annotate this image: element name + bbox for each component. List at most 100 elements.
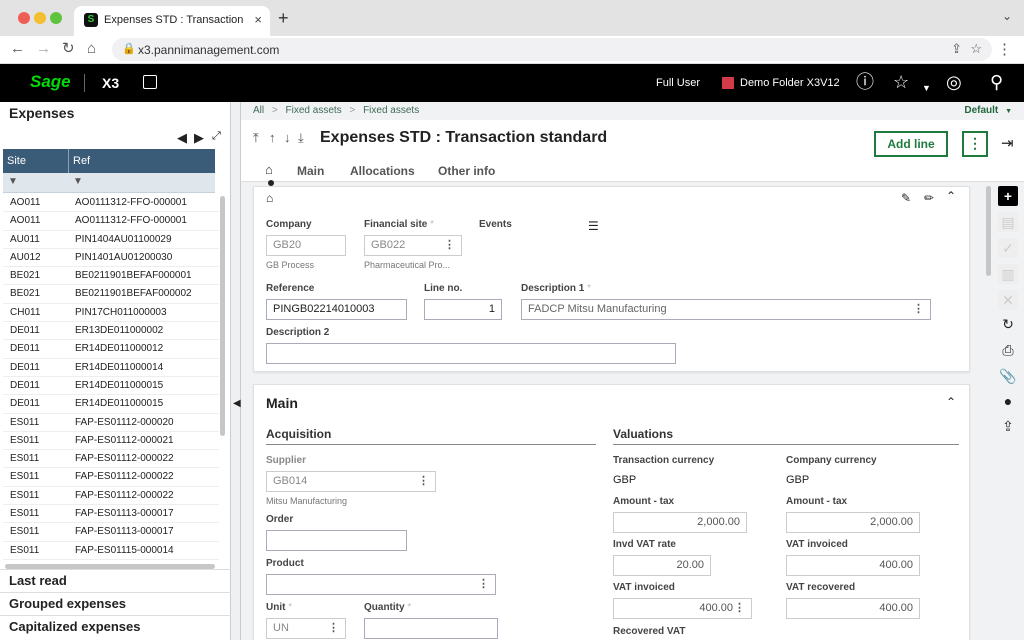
company-field[interactable]: GB20	[266, 235, 346, 256]
first-record-icon[interactable]: ⤒	[253, 130, 259, 146]
close-tab-icon[interactable]: ×	[254, 12, 262, 27]
table-row[interactable]: AO011 AO0111312-FFO-000001	[3, 194, 219, 213]
main-scrollbar[interactable]	[986, 186, 992, 286]
vat-invoiced-company-field[interactable]: 400.00	[786, 555, 920, 576]
export-icon[interactable]: ⇪	[998, 416, 1018, 436]
prev-page-icon[interactable]: ◀	[177, 130, 187, 146]
table-row[interactable]: ES011 FAP-ES01112-000022	[3, 487, 219, 506]
collapse-main-icon[interactable]: ⌃	[946, 395, 956, 409]
tab-home-icon[interactable]: ⌂	[265, 162, 273, 177]
column-header-ref[interactable]: Ref	[73, 155, 90, 167]
table-row[interactable]: BE021 BE0211901BEFAF000001	[3, 267, 219, 286]
add-line-button[interactable]: Add line	[874, 131, 948, 157]
previous-record-icon[interactable]: ↑	[269, 130, 276, 145]
tab-allocations[interactable]: Allocations	[350, 164, 415, 178]
print-icon[interactable]: ⎙	[998, 340, 1018, 360]
create-icon[interactable]: +	[998, 186, 1018, 206]
app-name[interactable]: X3	[102, 75, 119, 91]
table-row[interactable]: ES011 FAP-ES01113-000017	[3, 505, 219, 524]
breadcrumb-fixed-assets[interactable]: Fixed assets	[286, 105, 342, 116]
quantity-field[interactable]	[364, 618, 498, 639]
star-icon[interactable]: ☆	[893, 72, 909, 92]
vat-invoiced-transaction-field[interactable]: 400.00 ⋮	[613, 598, 752, 619]
collapse-left-icon[interactable]: ◀	[233, 398, 241, 409]
home-icon[interactable]: ⌂	[266, 191, 273, 205]
browser-tab[interactable]: S Expenses STD : Transaction sta ×	[74, 6, 270, 36]
section-capitalized-expenses[interactable]: Capitalized expenses	[0, 615, 231, 638]
next-record-icon[interactable]: ↓	[284, 130, 291, 145]
unit-field[interactable]: UN ⋮	[266, 618, 346, 639]
table-row[interactable]: ES011 FAP-ES01112-000020	[3, 414, 219, 432]
table-row[interactable]: DE011 ER14DE011000012	[3, 340, 219, 359]
table-row[interactable]: AU012 PIN1401AU01200030	[3, 249, 219, 268]
home-button[interactable]: ⌂	[87, 40, 96, 58]
folder-name[interactable]: Demo Folder X3V12	[740, 77, 840, 89]
table-row[interactable]: DE011 ER14DE011000015	[3, 377, 219, 396]
table-row[interactable]: ES011 FAP-ES01113-000017	[3, 523, 219, 542]
tab-list-chevron-icon[interactable]: ⌄	[1002, 9, 1012, 23]
financial-site-field[interactable]: GB022 ⋮	[364, 235, 462, 256]
breadcrumb-fixed-assets-2[interactable]: Fixed assets	[363, 105, 419, 116]
filter-site-icon[interactable]: ▼	[8, 176, 18, 187]
grid-vertical-scrollbar[interactable]	[219, 194, 226, 564]
more-actions-button[interactable]: ⋮	[962, 131, 988, 157]
last-record-icon[interactable]: ⤓	[298, 130, 304, 146]
supplier-field[interactable]: GB014 ⋮	[266, 471, 436, 492]
table-row[interactable]: ES011 FAP-ES01112-000021	[3, 432, 219, 451]
view-selector[interactable]: Default ▼	[964, 105, 1012, 116]
browser-menu-icon[interactable]: ⋮	[997, 40, 1012, 58]
expand-icon[interactable]: ⤢	[212, 130, 221, 143]
breadcrumb-all[interactable]: All	[253, 105, 264, 116]
table-row[interactable]: BE021 BE0211901BEFAF000002	[3, 285, 219, 304]
product-field[interactable]: ⋮	[266, 574, 496, 595]
tab-other-info[interactable]: Other info	[438, 164, 495, 178]
bookmark-star-icon[interactable]: ☆	[970, 41, 982, 57]
refresh-icon[interactable]: ↻	[998, 314, 1018, 334]
section-last-read[interactable]: Last read	[0, 569, 231, 592]
search-icon[interactable]: ⚲	[990, 72, 1003, 92]
amount-tax-company-field[interactable]: 2,000.00	[786, 512, 920, 533]
compass-icon[interactable]: ◎	[946, 72, 962, 92]
address-bar[interactable]: 🔒 x3.pannimanagement.com ⇪ ☆	[112, 38, 992, 61]
sage-logo[interactable]: Sage	[30, 72, 71, 92]
table-row[interactable]: ES011 FAP-ES01115-000014	[3, 542, 219, 560]
back-button[interactable]: ←	[10, 40, 25, 58]
table-row[interactable]: AO011 AO0111312-FFO-000001	[3, 212, 219, 231]
line-no-field[interactable]: 1	[424, 299, 502, 320]
description2-field[interactable]	[266, 343, 676, 364]
forward-button[interactable]: →	[36, 40, 51, 58]
calendar-icon[interactable]	[143, 75, 157, 89]
panel-splitter[interactable]: ◀	[231, 102, 241, 640]
table-row[interactable]: DE011 ER14DE011000015	[3, 395, 219, 414]
table-row[interactable]: CH011 PIN17CH011000003	[3, 304, 219, 323]
table-row[interactable]: DE011 ER13DE011000002	[3, 322, 219, 341]
tab-main[interactable]: Main	[297, 164, 324, 178]
attachment-icon[interactable]: 📎	[998, 366, 1018, 386]
minimize-window-dot[interactable]	[34, 12, 46, 24]
maximize-window-dot[interactable]	[50, 12, 62, 24]
events-list-icon[interactable]: ☰	[588, 219, 599, 233]
column-header-site[interactable]: Site	[7, 155, 26, 167]
edit-icon[interactable]: ✏	[924, 191, 934, 205]
new-tab-button[interactable]: +	[278, 9, 289, 27]
table-row[interactable]: ES011 FAP-ES01112-000022	[3, 468, 219, 487]
collapse-card-icon[interactable]: ⌃	[946, 189, 956, 203]
star-dropdown-icon[interactable]: ▼	[922, 78, 931, 98]
section-grouped-expenses[interactable]: Grouped expenses	[0, 592, 231, 615]
vat-recovered-field[interactable]: 400.00	[786, 598, 920, 619]
help-icon[interactable]: ⓘ	[856, 72, 874, 92]
share-icon[interactable]: ⇪	[951, 41, 962, 57]
reload-button[interactable]: ↻	[62, 40, 75, 58]
table-row[interactable]: DE011 ER14DE011000014	[3, 359, 219, 377]
invd-vat-rate-field[interactable]: 20.00	[613, 555, 711, 576]
reference-field[interactable]: PINGB02214010003	[266, 299, 407, 320]
pin-icon[interactable]: ✎	[901, 191, 911, 205]
description1-field[interactable]: FADCP Mitsu Manufacturing ⋮	[521, 299, 931, 320]
table-row[interactable]: ES011 FAP-ES01112-000022	[3, 450, 219, 469]
user-role[interactable]: Full User	[656, 77, 700, 89]
order-field[interactable]	[266, 530, 407, 551]
filter-ref-icon[interactable]: ▼	[73, 176, 83, 187]
amount-tax-transaction-field[interactable]: 2,000.00	[613, 512, 747, 533]
exit-icon[interactable]: ⇥	[1001, 134, 1014, 152]
table-row[interactable]: AU011 PIN1404AU01100029	[3, 231, 219, 249]
